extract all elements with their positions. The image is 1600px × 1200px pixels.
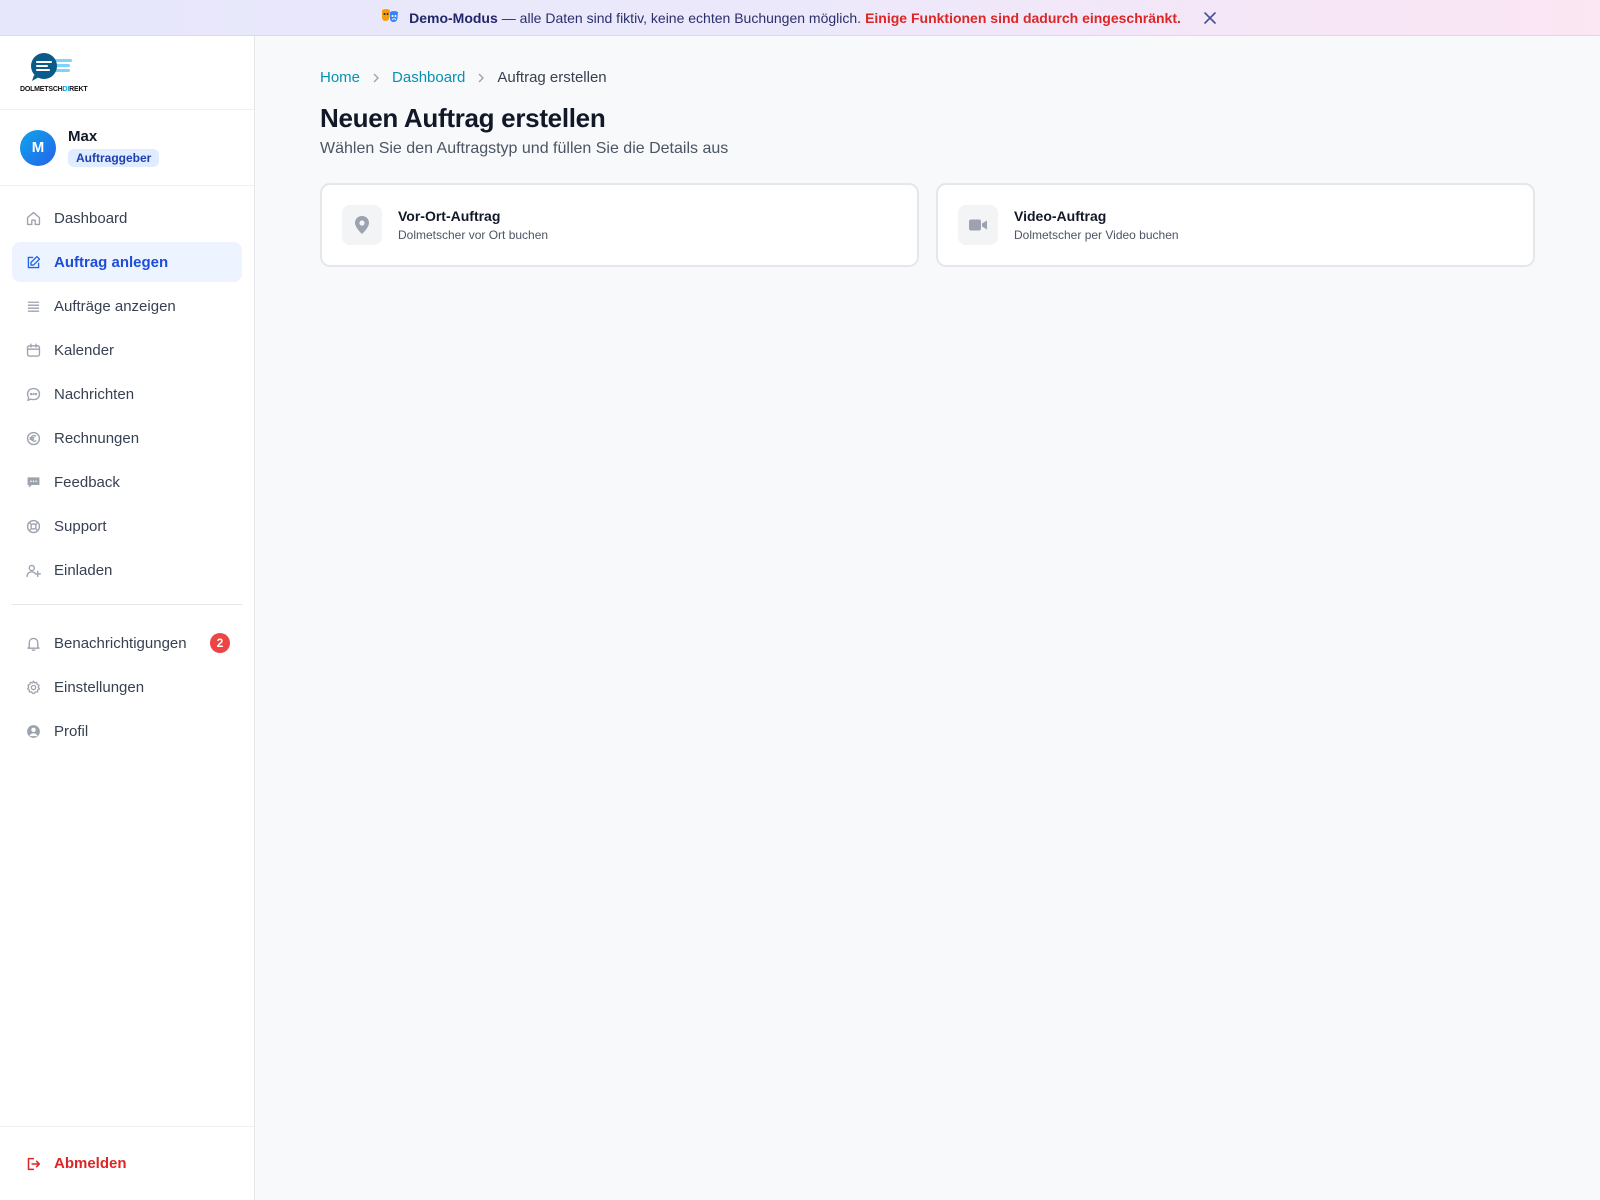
calendar-icon: [24, 341, 42, 359]
sidebar-item-rechnungen[interactable]: Rechnungen: [12, 418, 242, 458]
card-vor-ort-auftrag[interactable]: Vor-Ort-Auftrag Dolmetscher vor Ort buch…: [320, 183, 919, 267]
gear-icon: [24, 678, 42, 696]
breadcrumb-home[interactable]: Home: [320, 69, 360, 86]
demo-warning: Einige Funktionen sind dadurch eingeschr…: [865, 9, 1181, 26]
brand-logo[interactable]: DOLMETSCHDIREKT: [20, 52, 88, 93]
logout-icon: [27, 1157, 41, 1170]
demo-text: — alle Daten sind fiktiv, keine echten B…: [501, 9, 862, 26]
sidebar-item-label: Aufträge anzeigen: [54, 297, 176, 315]
breadcrumb-dashboard[interactable]: Dashboard: [392, 69, 465, 86]
sidebar-item-nachrichten[interactable]: Nachrichten: [12, 374, 242, 414]
bell-icon: [24, 634, 42, 652]
card-title: Vor-Ort-Auftrag: [398, 208, 501, 224]
chevron-right-icon: [477, 73, 485, 83]
edit-icon: [24, 253, 42, 271]
lifebuoy-icon: [24, 517, 42, 535]
theater-mask-icon: [381, 8, 399, 28]
logo-wordmark: DOLMETSCHDIREKT: [20, 85, 88, 93]
map-pin-icon: [342, 205, 382, 245]
logo-area: DOLMETSCHDIREKT: [0, 36, 254, 110]
notification-count-badge: 2: [210, 633, 230, 653]
sidebar-item-label: Auftrag anlegen: [54, 253, 169, 271]
sidebar-item-profil[interactable]: Profil: [12, 711, 242, 751]
user-plus-icon: [24, 561, 42, 579]
avatar: M: [20, 129, 56, 166]
sidebar-item-label: Profil: [54, 722, 89, 740]
card-description: Dolmetscher per Video buchen: [1014, 228, 1179, 242]
breadcrumb: Home Dashboard Auftrag erstellen: [320, 69, 1536, 86]
card-description: Dolmetscher vor Ort buchen: [398, 228, 549, 242]
close-icon[interactable]: [1201, 9, 1219, 27]
sidebar-item-kalender[interactable]: Kalender: [12, 330, 242, 370]
list-icon: [24, 297, 42, 315]
main-content: Home Dashboard Auftrag erstellen Neuen A…: [320, 36, 1536, 267]
logout-label: Abmelden: [54, 1155, 127, 1172]
sidebar-item-support[interactable]: Support: [12, 506, 242, 546]
sidebar-item-label: Einstellungen: [54, 678, 145, 696]
page-title: Neuen Auftrag erstellen: [320, 103, 606, 133]
sidebar-item-label: Feedback: [54, 473, 120, 491]
home-icon: [24, 209, 42, 227]
chat-icon: [24, 385, 42, 403]
logout-button[interactable]: Abmelden: [0, 1126, 254, 1200]
feedback-icon: [24, 473, 42, 491]
demo-banner: Demo-Modus — alle Daten sind fiktiv, kei…: [0, 0, 1600, 36]
order-type-cards: Vor-Ort-Auftrag Dolmetscher vor Ort buch…: [320, 183, 1536, 267]
sidebar-item-feedback[interactable]: Feedback: [12, 462, 242, 502]
user-circle-icon: [24, 722, 42, 740]
sidebar-item-label: Einladen: [54, 561, 113, 579]
sidebar-item-einstellungen[interactable]: Einstellungen: [12, 667, 242, 707]
sidebar-item-einladen[interactable]: Einladen: [12, 550, 242, 590]
chevron-right-icon: [372, 73, 380, 83]
card-title: Video-Auftrag: [1014, 208, 1107, 224]
user-name: Max: [68, 128, 98, 145]
card-video-auftrag[interactable]: Video-Auftrag Dolmetscher per Video buch…: [936, 183, 1535, 267]
nav-divider: [12, 604, 242, 605]
demo-title: Demo-Modus: [409, 9, 498, 26]
user-card[interactable]: M Max Auftraggeber: [0, 110, 254, 186]
sidebar-item-benachrichtigungen[interactable]: Benachrichtigungen 2: [12, 623, 242, 663]
breadcrumb-current: Auftrag erstellen: [497, 69, 607, 86]
main-nav: Dashboard Auftrag anlegen Aufträge anzei…: [0, 186, 254, 751]
sidebar-item-label: Benachrichtigungen: [54, 634, 187, 652]
euro-icon: [24, 429, 42, 447]
sidebar-item-label: Rechnungen: [54, 429, 140, 447]
video-camera-icon: [958, 205, 998, 245]
sidebar-item-label: Nachrichten: [54, 385, 135, 403]
sidebar-item-label: Support: [54, 517, 107, 535]
sidebar: DOLMETSCHDIREKT M Max Auftraggeber Dashb…: [0, 36, 255, 1200]
sidebar-item-auftraege-anzeigen[interactable]: Aufträge anzeigen: [12, 286, 242, 326]
sidebar-item-label: Kalender: [54, 341, 115, 359]
page-subtitle: Wählen Sie den Auftragstyp und füllen Si…: [320, 140, 729, 157]
sidebar-item-dashboard[interactable]: Dashboard: [12, 198, 242, 238]
role-badge: Auftraggeber: [68, 149, 160, 167]
sidebar-item-auftrag-anlegen[interactable]: Auftrag anlegen: [12, 242, 242, 282]
sidebar-item-label: Dashboard: [54, 209, 128, 227]
